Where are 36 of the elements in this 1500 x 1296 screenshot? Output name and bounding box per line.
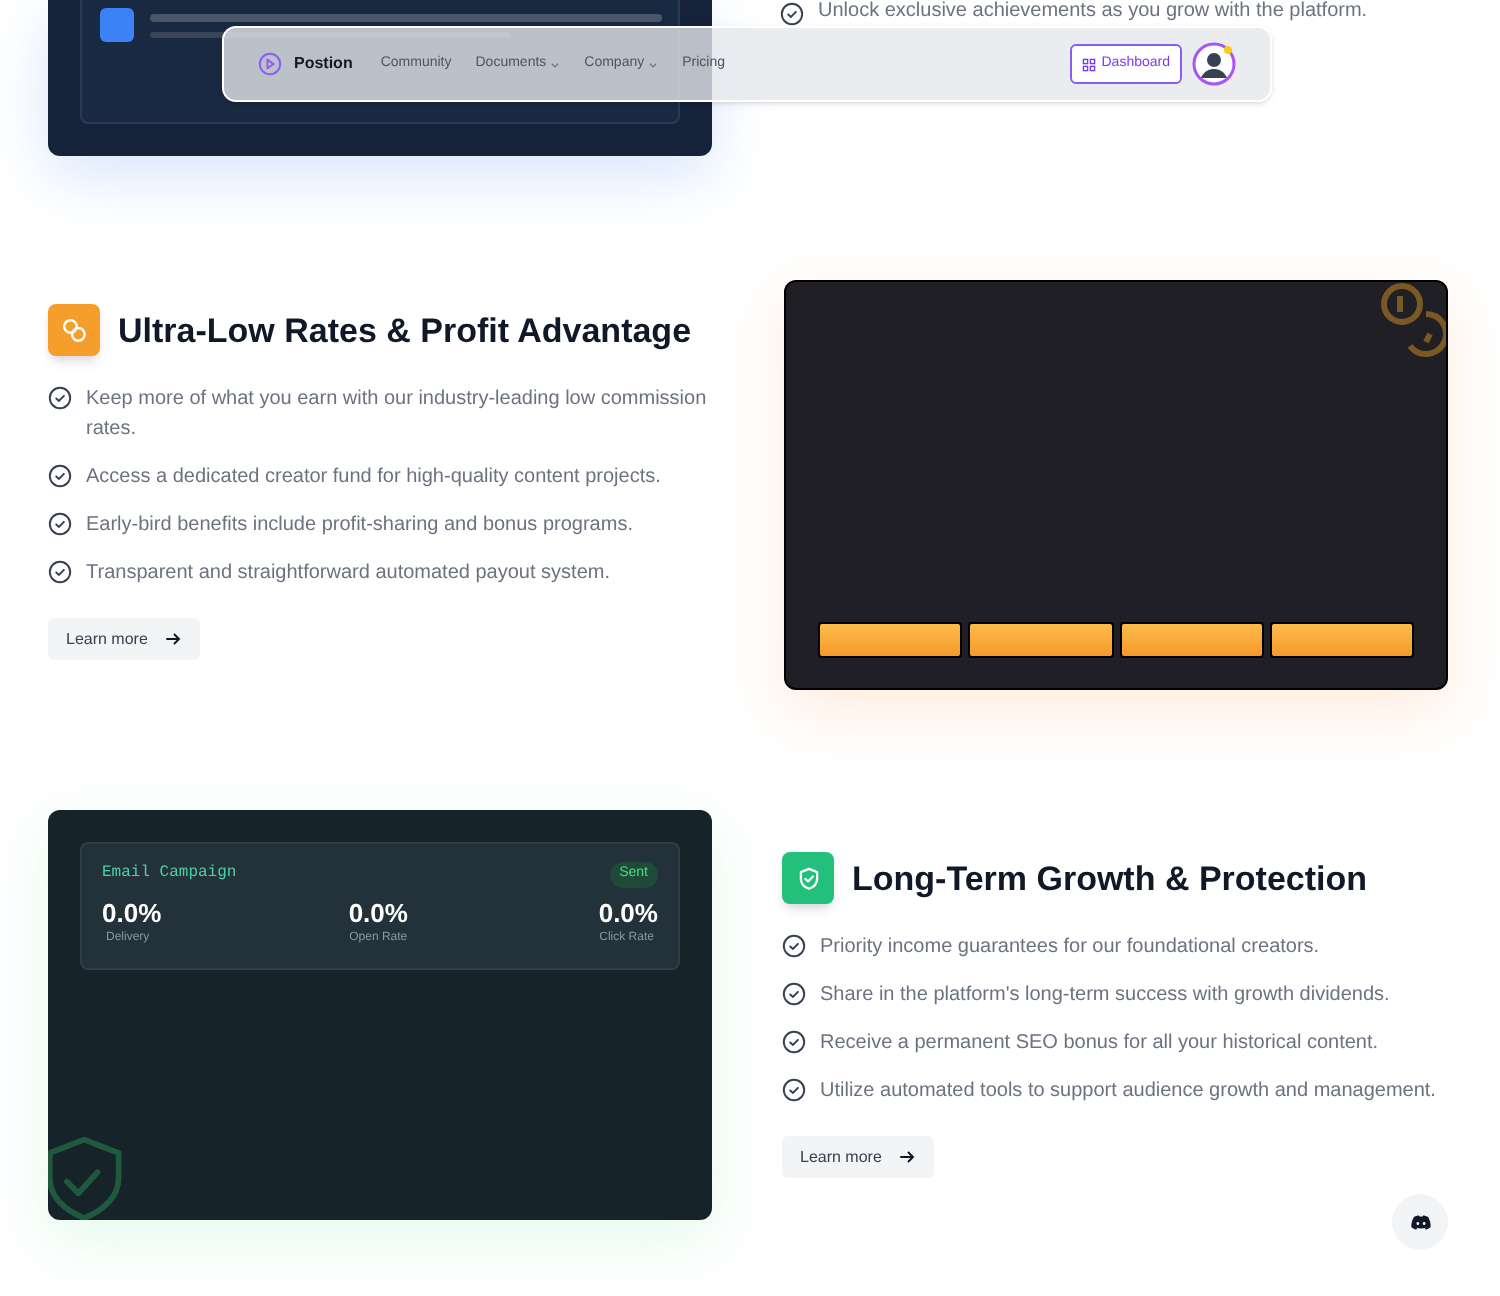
- arrow-right-icon: [163, 630, 182, 648]
- metric-value: 0.0%: [102, 899, 162, 925]
- section-title: Long-Term Growth & Protection: [852, 861, 1368, 895]
- check-circle-icon: [782, 982, 806, 1006]
- coins-icon: [60, 316, 88, 344]
- check-circle-icon: [48, 560, 72, 584]
- feature-text: Early-bird benefits include profit-sharing and bonus programs.: [86, 512, 633, 540]
- avatar-icon[interactable]: [1192, 42, 1236, 86]
- feature-text: Keep more of what you earn with our industry-leading low commission rates.: [86, 386, 709, 444]
- section-title: Ultra-Low Rates & Profit Advantage: [118, 313, 692, 347]
- feature-text: Transparent and straightforward automated payout system.: [86, 560, 610, 588]
- feature-text: Access a dedicated creator fund for high-quality content projects.: [86, 464, 661, 492]
- app-tile: [100, 8, 134, 42]
- feature-text: Utilize automated tools to support audience growth and management.: [820, 1078, 1436, 1106]
- check-circle-icon: [782, 1030, 806, 1054]
- chat-button[interactable]: [1392, 1194, 1448, 1250]
- feature-text: Priority income guarantees for our foundational creators.: [820, 934, 1320, 962]
- feature-text: Unlock exclusive achievements as you grow with the platform.: [818, 0, 1368, 24]
- metric-value: 0.0%: [598, 899, 658, 925]
- check-circle-icon: [782, 1078, 806, 1102]
- check-circle-icon: [48, 512, 72, 536]
- feature-text: Share in the platform's long-term success with growth dividends.: [820, 982, 1390, 1010]
- check-circle-icon: [782, 934, 806, 958]
- campaign-title: Email Campaign: [102, 862, 237, 887]
- game-controller-icon: [1409, 1213, 1431, 1231]
- learn-more-button[interactable]: Learn more: [48, 618, 200, 660]
- metric-value: 0.0%: [348, 899, 408, 925]
- arrow-right-icon: [897, 1148, 916, 1166]
- check-circle-icon: [48, 386, 72, 410]
- shield-check-icon: [795, 865, 821, 891]
- check-circle-icon: [48, 464, 72, 488]
- learn-more-button[interactable]: Learn more: [782, 1136, 934, 1178]
- grid-icon: [1081, 57, 1096, 71]
- brand-name[interactable]: Postion: [294, 52, 353, 76]
- check-circle-icon: [780, 2, 804, 26]
- feature-text: Receive a permanent SEO bonus for all your historical content.: [820, 1030, 1379, 1058]
